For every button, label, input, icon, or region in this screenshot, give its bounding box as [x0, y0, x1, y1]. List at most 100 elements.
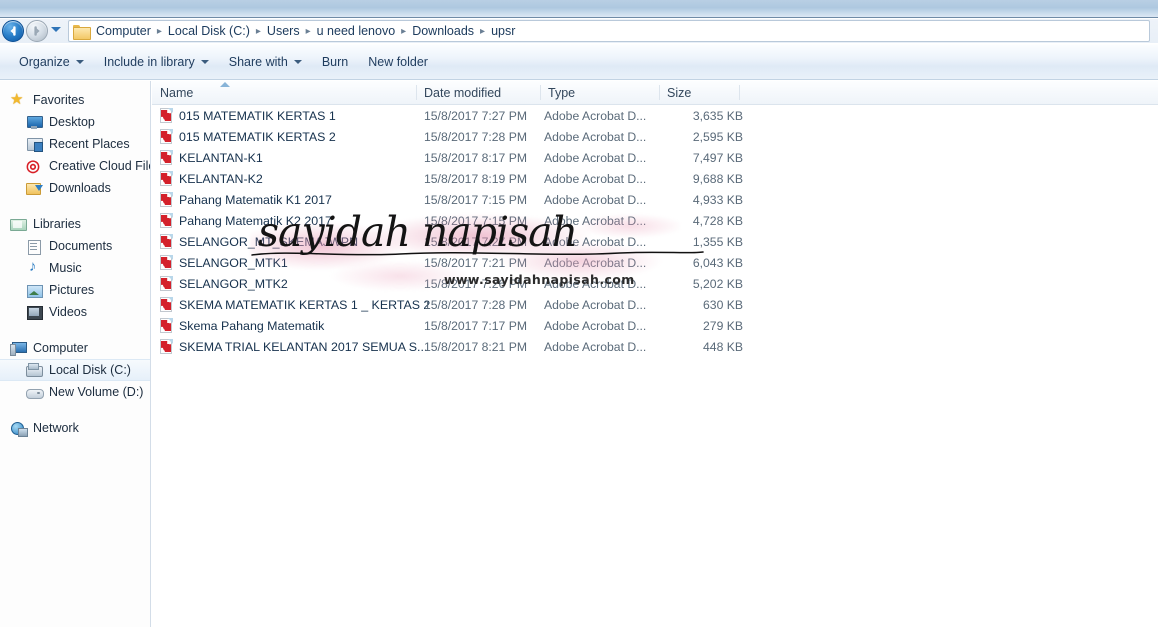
file-name-label: Pahang Matematik K2 2017: [179, 213, 332, 228]
pdf-file-icon: [160, 234, 173, 249]
sidebar-group-computer[interactable]: Computer: [0, 337, 150, 359]
table-row[interactable]: Pahang Matematik K1 2017 15/8/2017 7:15 P…: [152, 189, 1158, 210]
sidebar-group-label: Libraries: [33, 217, 81, 231]
recent-places-icon: [26, 137, 43, 152]
pdf-file-icon: [160, 108, 173, 123]
command-toolbar: Organize Include in library Share with Burn…: [0, 44, 1158, 80]
sidebar-item-label: Pictures: [49, 283, 95, 297]
sidebar-item-downloads[interactable]: Downloads: [0, 177, 150, 199]
table-row[interactable]: 015 MATEMATIK KERTAS 1 15/8/2017 7:27 PM A…: [152, 105, 1158, 126]
sidebar-item-pictures[interactable]: Pictures: [0, 279, 150, 301]
navigation-pane[interactable]: Favorites Desktop Recent Places Creative Cl…: [0, 81, 151, 627]
sidebar-item-local-disk-c[interactable]: Local Disk (C:): [0, 359, 150, 381]
breadcrumb-separator: ▸: [305, 25, 311, 37]
back-button[interactable]: [2, 20, 24, 42]
sidebar-group-favorites[interactable]: Favorites: [0, 89, 150, 111]
breadcrumb[interactable]: Computer ▸ Local Disk (C:) ▸ Users ▸ u need le…: [68, 20, 1150, 42]
toolbar-button-include-in-library[interactable]: Include in library: [95, 51, 218, 73]
column-divider[interactable]: [659, 85, 660, 100]
sidebar-group-network[interactable]: Network: [0, 417, 150, 439]
file-size-cell: 9,688 KB: [692, 171, 743, 186]
toolbar-button-organize[interactable]: Organize: [10, 51, 93, 73]
pdf-file-icon: [160, 255, 173, 270]
toolbar-button-label: Burn: [321, 55, 349, 69]
sort-ascending-icon: [220, 82, 230, 87]
table-row[interactable]: Pahang Matematik K2 2017 15/8/2017 7:15 P…: [152, 210, 1158, 231]
back-arrow-icon: [10, 26, 16, 36]
toolbar-button-share-with[interactable]: Share with: [220, 51, 311, 73]
breadcrumb-item[interactable]: Computer: [93, 23, 154, 39]
file-name-cell: 015 MATEMATIK KERTAS 1: [160, 108, 336, 123]
sidebar-item-music[interactable]: Music: [0, 257, 150, 279]
sidebar-group-label: Computer: [33, 341, 88, 355]
sidebar-item-desktop[interactable]: Desktop: [0, 111, 150, 133]
column-header-size[interactable]: Size: [659, 81, 739, 104]
toolbar-button-burn[interactable]: Burn: [313, 51, 357, 73]
breadcrumb-item[interactable]: Downloads: [409, 23, 477, 39]
file-date-cell: 15/8/2017 7:15 PM: [424, 213, 527, 228]
table-row[interactable]: SELANGOR_MT_SKEMAJWPN 15/8/2017 7:27 PM Ad…: [152, 231, 1158, 252]
breadcrumb-item[interactable]: Users: [264, 23, 303, 39]
forward-arrow-icon: [34, 26, 40, 36]
sidebar-item-recent-places[interactable]: Recent Places: [0, 133, 150, 155]
file-name-cell: SELANGOR_MTK2: [160, 276, 288, 291]
column-divider[interactable]: [416, 85, 417, 100]
file-date-cell: 15/8/2017 7:21 PM: [424, 255, 527, 270]
column-header-row: Name Date modified Type Size: [152, 81, 1158, 105]
chevron-down-icon: [75, 60, 84, 64]
drive-icon: [26, 385, 44, 400]
sidebar-item-label: Desktop: [49, 115, 95, 129]
forward-button[interactable]: [26, 20, 48, 42]
breadcrumb-item[interactable]: u need lenovo: [314, 23, 399, 39]
file-name-label: 015 MATEMATIK KERTAS 2: [179, 129, 336, 144]
history-dropdown-icon[interactable]: [51, 27, 61, 32]
table-row[interactable]: SELANGOR_MTK2 15/8/2017 7:26 PM Adobe Acro…: [152, 273, 1158, 294]
file-name-cell: KELANTAN-K2: [160, 171, 263, 186]
sidebar-item-documents[interactable]: Documents: [0, 235, 150, 257]
column-header-label: Name: [160, 85, 194, 100]
sidebar-item-videos[interactable]: Videos: [0, 301, 150, 323]
table-row[interactable]: KELANTAN-K1 15/8/2017 8:17 PM Adobe Acroba…: [152, 147, 1158, 168]
table-row[interactable]: KELANTAN-K2 15/8/2017 8:19 PM Adobe Acroba…: [152, 168, 1158, 189]
explorer-window: Computer ▸ Local Disk (C:) ▸ Users ▸ u need le…: [0, 0, 1158, 627]
column-header-label: Size: [667, 85, 692, 100]
toolbar-button-label: New folder: [368, 55, 428, 69]
toolbar-button-label: Share with: [228, 55, 288, 69]
table-row[interactable]: 015 MATEMATIK KERTAS 2 15/8/2017 7:28 PM A…: [152, 126, 1158, 147]
file-name-label: SELANGOR_MTK1: [179, 255, 288, 270]
pdf-file-icon: [160, 276, 173, 291]
file-size-cell: 4,933 KB: [692, 192, 743, 207]
file-date-cell: 15/8/2017 8:19 PM: [424, 171, 527, 186]
breadcrumb-separator: ▸: [156, 25, 162, 37]
pdf-file-icon: [160, 213, 173, 228]
column-header-name[interactable]: Name: [152, 81, 416, 104]
table-row[interactable]: Skema Pahang Matematik 15/8/2017 7:17 PM A…: [152, 315, 1158, 336]
pdf-file-icon: [160, 150, 173, 165]
table-row[interactable]: SKEMA MATEMATIK KERTAS 1 _ KERTAS 2 15/8/…: [152, 294, 1158, 315]
file-date-cell: 15/8/2017 7:26 PM: [424, 276, 527, 291]
table-row[interactable]: SKEMA TRIAL KELANTAN 2017 SEMUA S... 15/8…: [152, 336, 1158, 357]
creative-cloud-icon: [26, 156, 43, 176]
file-name-cell: 015 MATEMATIK KERTAS 2: [160, 129, 336, 144]
breadcrumb-item[interactable]: Local Disk (C:): [165, 23, 253, 39]
sidebar-item-label: Creative Cloud Files: [49, 159, 151, 173]
file-date-cell: 15/8/2017 7:28 PM: [424, 297, 527, 312]
toolbar-button-new-folder[interactable]: New folder: [359, 51, 437, 73]
file-size-cell: 2,595 KB: [692, 129, 743, 144]
toolbar-button-label: Organize: [19, 55, 70, 69]
column-divider[interactable]: [739, 85, 740, 100]
column-header-type[interactable]: Type: [540, 81, 659, 104]
folder-icon: [73, 24, 91, 40]
sidebar-item-label: Recent Places: [49, 137, 130, 151]
column-header-date-modified[interactable]: Date modified: [416, 81, 540, 104]
breadcrumb-item[interactable]: upsr: [488, 23, 518, 39]
sidebar-item-label: Documents: [49, 239, 113, 253]
sidebar-item-new-volume-d[interactable]: New Volume (D:): [0, 381, 150, 403]
sidebar-item-creative-cloud-files[interactable]: Creative Cloud Files: [0, 155, 150, 177]
sidebar-group-libraries[interactable]: Libraries: [0, 213, 150, 235]
table-row[interactable]: SELANGOR_MTK1 15/8/2017 7:21 PM Adobe Acro…: [152, 252, 1158, 273]
file-name-label: KELANTAN-K2: [179, 171, 263, 186]
column-divider[interactable]: [540, 85, 541, 100]
